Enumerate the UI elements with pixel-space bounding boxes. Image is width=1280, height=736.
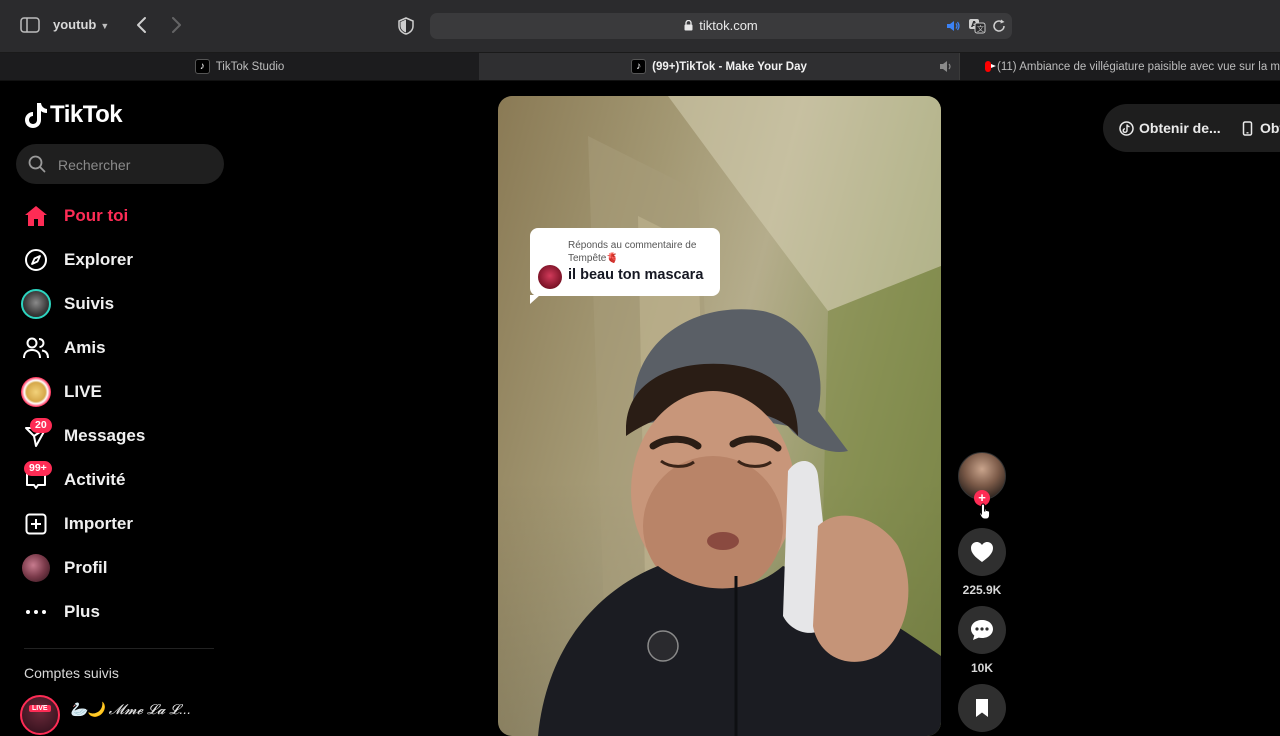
address-bar[interactable]: tiktok.com A 文 [430,13,1012,39]
youtube-favicon-icon [985,61,997,72]
bookmark-icon [976,699,988,717]
main-nav: Pour toi Explorer Suivis Amis LIVE 20 Me… [16,194,226,634]
search-icon [28,155,46,173]
get-app-pill: Obtenir de... Obt [1103,104,1280,152]
tab-youtube[interactable]: (11) Ambiance de villégiature paisible a… [959,53,1280,80]
tab-label: (99+)TikTok - Make Your Day [652,60,807,73]
heart-icon [971,542,993,562]
sidebar-divider [24,648,214,649]
search-input[interactable] [56,144,220,186]
nav-label: Importer [64,514,133,533]
get-desktop-app-label: Obtenir de... [1139,120,1221,136]
search-box[interactable] [16,144,224,186]
compass-icon [20,247,52,273]
nav-label: Pour toi [64,206,129,225]
comment-count: 10K [970,661,993,675]
friends-icon [20,335,52,361]
brand-name: TikTok [50,101,123,128]
back-icon[interactable] [134,15,150,35]
speaker-icon[interactable] [946,19,960,33]
comment-button[interactable] [958,606,1006,654]
nav-item-explorer[interactable]: Explorer [16,238,226,282]
get-mobile-app-label: Obt [1260,120,1280,136]
nav-item-live[interactable]: LIVE [16,370,226,414]
more-dots-icon [20,599,52,625]
tiktok-note-icon [25,102,47,128]
nav-label: Profil [64,558,108,577]
home-icon [20,203,52,229]
sidebar-toggle-icon[interactable] [20,17,40,33]
tab-bar: ♪ TikTok Studio ♪ (99+)TikTok - Make You… [0,53,1280,81]
nav-label: Suivis [64,294,115,313]
profile-name: youtub [53,17,97,32]
video-player[interactable]: Réponds au commentaire de Tempête🫀 il be… [498,96,941,736]
tab-tiktok-active[interactable]: ♪ (99+)TikTok - Make Your Day [479,53,959,80]
profile-avatar [20,554,52,582]
profile-menu[interactable]: youtub ▼ [53,17,109,32]
activity-badge: 99+ [24,461,52,476]
tiktok-circle-icon [1119,120,1134,136]
followed-account-avatar: LIVE [20,695,60,735]
nav-label: Messages [64,426,146,445]
tab-audio-icon[interactable] [939,60,953,73]
nav-label: Activité [64,470,126,489]
video-frame [538,96,941,736]
messages-badge: 20 [30,418,52,433]
chevron-down-icon: ▼ [100,21,110,31]
tiktok-logo[interactable]: TikTok [24,101,123,129]
tiktok-favicon-icon: ♪ [194,59,210,74]
comment-bubble-icon [971,620,993,640]
get-desktop-app-button[interactable]: Obtenir de... [1119,120,1221,136]
nav-item-amis[interactable]: Amis [16,326,226,370]
shield-icon[interactable] [398,17,414,35]
tab-tiktok-studio[interactable]: ♪ TikTok Studio [0,53,479,80]
reload-icon[interactable] [992,19,1006,33]
tiktok-favicon-icon: ♪ [631,59,647,74]
get-mobile-app-button[interactable]: Obt [1240,120,1280,136]
phone-icon [1242,120,1253,136]
nav-label: Explorer [64,250,133,269]
nav-label: LIVE [64,382,102,401]
like-button[interactable] [958,528,1006,576]
forward-icon[interactable] [168,15,184,35]
browser-toolbar: youtub ▼ tiktok.com A 文 [0,0,1280,53]
reply-prefix: Réponds au commentaire de Tempête🫀 [568,240,697,264]
upload-plus-icon [20,511,52,537]
bookmark-button[interactable] [958,684,1006,732]
hand-cursor-icon [979,503,990,520]
translate-icon[interactable]: A 文 [968,18,986,34]
tab-label: (11) Ambiance de villégiature paisible a… [997,60,1280,73]
commenter-avatar [538,265,562,289]
followed-account-item[interactable]: LIVE 🦢🌙 𝓜𝓶𝓮 𝓛𝓪 𝓛... [20,695,191,735]
nav-item-importer[interactable]: Importer [16,502,226,546]
followed-account-name: 🦢🌙 𝓜𝓶𝓮 𝓛𝓪 𝓛... [70,700,192,717]
followed-accounts-title: Comptes suivis [24,665,119,681]
nav-item-messages[interactable]: 20 Messages [16,414,226,458]
lock-icon [684,20,693,31]
tab-label: TikTok Studio [215,60,285,73]
nav-item-profil[interactable]: Profil [16,546,226,590]
nav-label: Amis [64,338,106,357]
url-display: tiktok.com [430,18,1012,33]
nav-label: Plus [64,602,100,621]
reply-comment-text: il beau ton mascara [568,267,704,283]
nav-item-activite[interactable]: 99+ Activité [16,458,226,502]
live-tag: LIVE [29,705,51,712]
like-count: 225.9K [962,583,1002,597]
nav-item-plus[interactable]: Plus [16,590,226,634]
following-avatar [20,289,52,319]
svg-text:文: 文 [977,24,984,33]
nav-item-pour-toi[interactable]: Pour toi [16,194,226,238]
url-text: tiktok.com [699,18,758,33]
live-avatar [20,377,52,407]
nav-item-suivis[interactable]: Suivis [16,282,226,326]
reply-comment-bubble[interactable]: Réponds au commentaire de Tempête🫀 il be… [530,228,720,304]
